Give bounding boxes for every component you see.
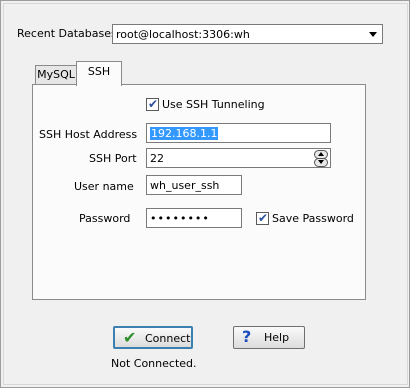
user-name-field[interactable]: wh_user_ssh bbox=[146, 175, 242, 195]
tab-ssh-label: SSH bbox=[87, 65, 111, 78]
user-name-value: wh_user_ssh bbox=[150, 179, 220, 192]
chevron-down-icon[interactable] bbox=[369, 32, 377, 37]
check-icon: ✔ bbox=[123, 328, 137, 347]
user-name-label: User name bbox=[74, 180, 134, 193]
ssh-port-label: SSH Port bbox=[89, 152, 137, 165]
use-ssh-tunneling-checkbox[interactable]: ✔ bbox=[146, 97, 159, 111]
tab-ssh[interactable]: SSH bbox=[76, 61, 122, 86]
password-label: Password bbox=[79, 212, 131, 225]
password-field[interactable]: •••••••• bbox=[146, 208, 242, 228]
save-password-checkbox[interactable]: ✔ bbox=[256, 211, 269, 225]
tab-mysql[interactable]: MySQL bbox=[35, 65, 77, 85]
recent-databases-dropdown[interactable]: root@localhost:3306:wh bbox=[112, 24, 383, 44]
connect-button[interactable]: ✔ Connect bbox=[113, 326, 193, 349]
help-button-label: Help bbox=[264, 331, 290, 344]
use-ssh-tunneling-label: Use SSH Tunneling bbox=[162, 98, 265, 111]
save-password-label: Save Password bbox=[272, 212, 354, 225]
ssh-host-address-label: SSH Host Address bbox=[39, 128, 138, 141]
recent-databases-value: root@localhost:3306:wh bbox=[116, 28, 250, 41]
checkmark-icon: ✔ bbox=[148, 97, 159, 111]
ssh-host-address-value: 192.168.1.1 bbox=[150, 127, 219, 140]
ssh-port-stepper[interactable]: 22 bbox=[146, 148, 331, 168]
tab-mysql-label: MySQL bbox=[37, 68, 75, 81]
recent-databases-label: Recent Databases bbox=[17, 27, 117, 40]
question-icon: ? bbox=[242, 327, 252, 346]
spinner-down-icon[interactable] bbox=[314, 158, 328, 167]
ssh-panel: ✔ Use SSH Tunneling SSH Host Address 192… bbox=[32, 84, 366, 300]
help-button[interactable]: ? Help bbox=[233, 326, 305, 349]
password-value: •••••••• bbox=[150, 212, 210, 225]
checkmark-icon: ✔ bbox=[258, 211, 269, 225]
ssh-port-value: 22 bbox=[150, 152, 164, 165]
ssh-host-address-field[interactable]: 192.168.1.1 bbox=[146, 123, 331, 143]
connect-button-label: Connect bbox=[145, 332, 191, 345]
connection-status: Not Connected. bbox=[111, 357, 197, 370]
port-spinner-icon[interactable] bbox=[314, 150, 328, 167]
